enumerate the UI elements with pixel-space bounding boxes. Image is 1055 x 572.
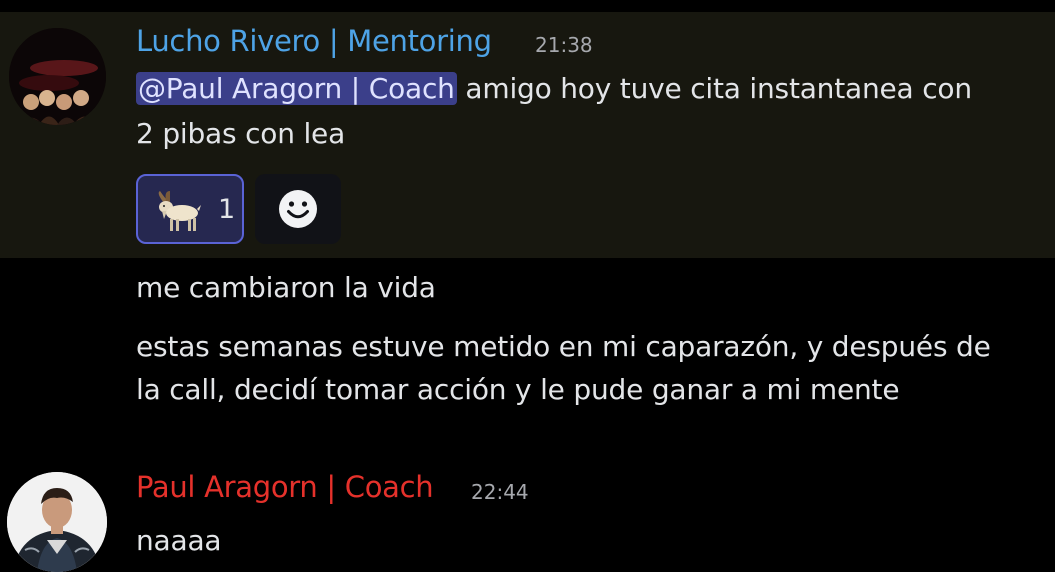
avatar-paul-aragorn[interactable] xyxy=(7,472,107,572)
goat-icon xyxy=(158,191,201,231)
avatar-group-photo-icon xyxy=(9,28,106,125)
message-text: naaaa xyxy=(136,524,222,557)
smiley-face-icon xyxy=(279,190,317,228)
message-text: 2 pibas con lea xyxy=(136,117,346,150)
avatar-lucho-rivero[interactable] xyxy=(9,28,106,125)
message-text: la call, decidí tomar acción y le pude g… xyxy=(136,373,900,406)
message-text: amigo hoy tuve cita instantanea con xyxy=(456,72,972,105)
avatar-person-photo-icon xyxy=(7,472,107,572)
message-timestamp: 22:44 xyxy=(471,480,529,504)
message-timestamp: 21:38 xyxy=(535,33,593,57)
add-reaction-button[interactable] xyxy=(255,174,341,244)
message-text: estas semanas estuve metido en mi capara… xyxy=(136,330,991,363)
reaction-goat[interactable]: 1 xyxy=(136,174,244,244)
message-text: me cambiaron la vida xyxy=(136,271,436,304)
reaction-count: 1 xyxy=(218,194,236,225)
message-author[interactable]: Lucho Rivero | Mentoring xyxy=(136,24,492,58)
message-text-line: @Paul Aragorn | Coach amigo hoy tuve cit… xyxy=(136,65,972,112)
top-bar xyxy=(0,0,1055,12)
user-mention[interactable]: @Paul Aragorn | Coach xyxy=(136,72,457,105)
message-author[interactable]: Paul Aragorn | Coach xyxy=(136,470,434,504)
